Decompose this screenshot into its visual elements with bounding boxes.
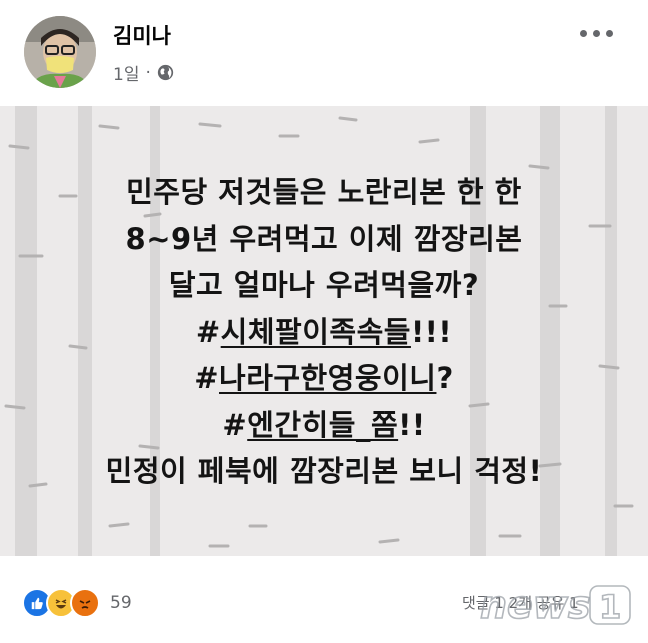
post-header: 김미나 1일 ·	[0, 0, 648, 106]
more-horizontal-icon[interactable]	[580, 30, 613, 37]
post-time[interactable]: 1일	[113, 60, 139, 85]
more-dot	[580, 30, 587, 37]
hashtag-prefix: #	[194, 361, 220, 395]
hashtag-prefix: #	[195, 314, 221, 349]
hashtag-suffix: !!	[398, 407, 426, 442]
hashtag-line-2: #나라구한영웅이니?	[0, 355, 648, 402]
hashtag-link[interactable]: 시체팔이족속들	[221, 315, 411, 349]
post-meta: 1일 ·	[113, 60, 174, 85]
post-content-card[interactable]: 민주당 저것들은 노란리본 한 한 8~9년 우려먹고 이제 깜장리본 달고 얼…	[0, 106, 648, 556]
more-dot	[606, 30, 613, 37]
hashtag-link[interactable]: 나라구한영웅이니	[219, 361, 436, 395]
hashtag-prefix: #	[222, 407, 248, 442]
reactions-summary[interactable]: 59	[22, 588, 132, 618]
hashtag-line-3: #엔간히들_쫌!!	[0, 402, 648, 449]
avatar[interactable]	[24, 16, 96, 88]
post-line-3: 달고 얼마나 우려먹을까?	[168, 268, 480, 302]
avatar-image	[24, 16, 96, 88]
more-dot	[593, 30, 600, 37]
hashtag-line-1: #시체팔이족속들!!!	[0, 309, 648, 356]
meta-separator: ·	[145, 62, 151, 83]
reaction-count: 59	[110, 593, 132, 613]
post-line-7: 민정이 페북에 깜장리본 보니 걱정!	[105, 454, 543, 488]
svg-text:news: news	[480, 583, 591, 627]
news1-watermark-logo: news 1	[479, 582, 631, 628]
author-name[interactable]: 김미나	[113, 20, 171, 50]
post-line-2: 8~9년 우려먹고 이제 깜장리본	[125, 221, 523, 256]
svg-text:1: 1	[599, 588, 621, 626]
globe-icon[interactable]	[157, 64, 174, 81]
post-footer: 59 댓글 1 2개 공유 1 news 1	[0, 556, 648, 643]
post-text: 민주당 저것들은 노란리본 한 한 8~9년 우려먹고 이제 깜장리본 달고 얼…	[0, 169, 648, 495]
angry-icon	[70, 588, 100, 618]
hashtag-suffix: !!!	[410, 314, 453, 349]
post-line-1: 민주당 저것들은 노란리본 한 한	[126, 175, 522, 209]
hashtag-link[interactable]: 엔간히들_쫌	[247, 408, 398, 442]
hashtag-suffix: ?	[436, 361, 454, 395]
